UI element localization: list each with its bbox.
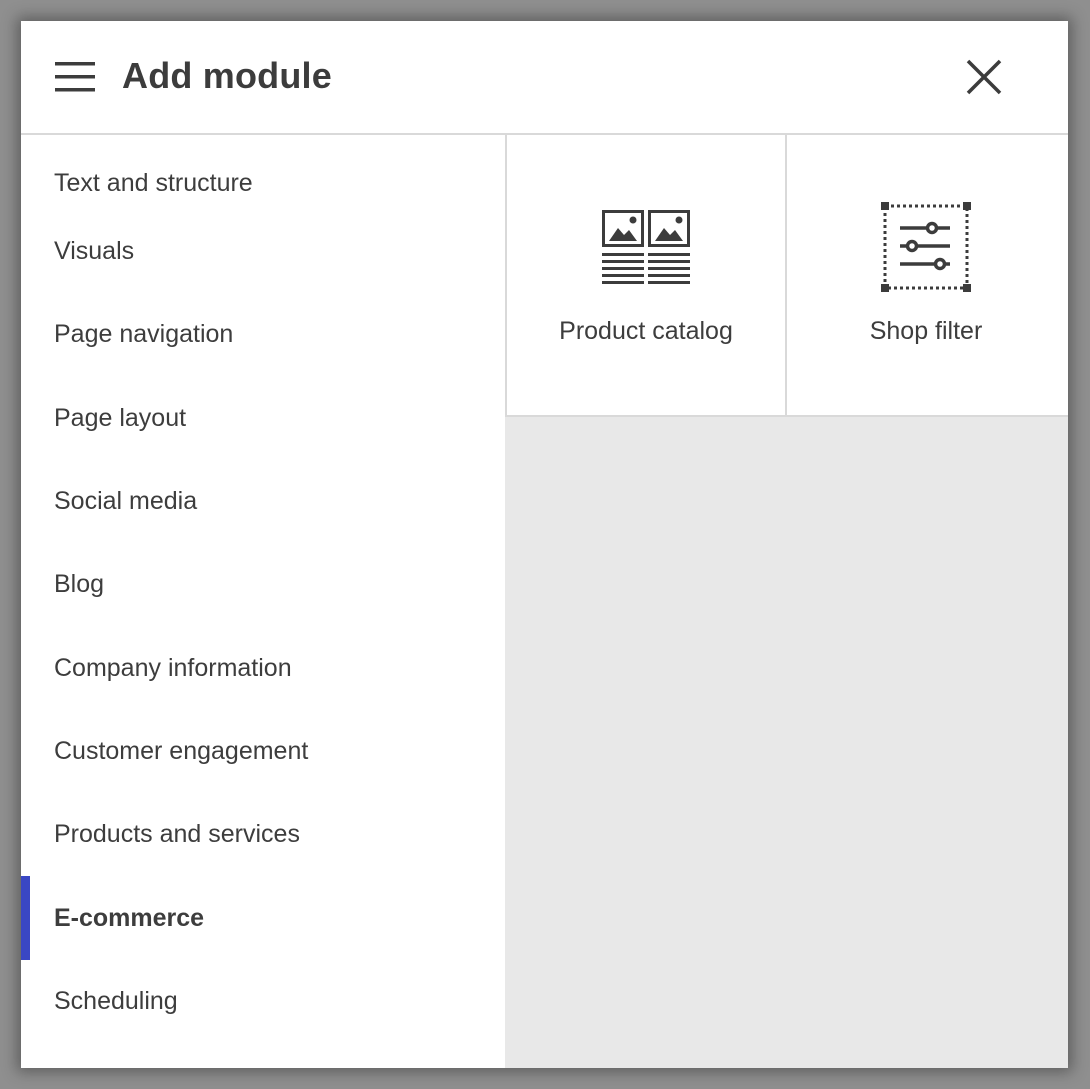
module-tile-label: Shop filter <box>869 317 983 345</box>
sidebar-item-visuals[interactable]: Visuals <box>21 210 505 293</box>
sidebar-item-label: Page navigation <box>54 320 234 349</box>
selected-indicator <box>21 876 30 960</box>
sidebar-item-page-layout[interactable]: Page layout <box>21 377 505 460</box>
dialog-header: Add module <box>21 21 1068 135</box>
sidebar-item-label: Visuals <box>54 237 135 266</box>
hamburger-menu-icon <box>55 62 95 92</box>
close-button[interactable] <box>964 57 1004 97</box>
module-tile-label: Product catalog <box>559 317 733 345</box>
dialog-title: Add module <box>122 55 332 96</box>
sidebar-item-company-information[interactable]: Company information <box>21 626 505 709</box>
module-panel: Product catalog Shop filter <box>505 135 1068 1068</box>
close-icon <box>966 59 1002 95</box>
sidebar-item-text-and-structure[interactable]: Text and structure <box>21 135 505 210</box>
sidebar-item-e-commerce[interactable]: E-commerce <box>21 876 505 960</box>
sidebar-item-scheduling[interactable]: Scheduling <box>21 960 505 1043</box>
sidebar-item-social-media[interactable]: Social media <box>21 460 505 543</box>
sidebar-item-label: Customer engagement <box>54 736 309 765</box>
sidebar-item-customer-engagement[interactable]: Customer engagement <box>21 710 505 793</box>
sidebar-item-page-navigation[interactable]: Page navigation <box>21 293 505 376</box>
sidebar-item-label: Products and services <box>54 820 300 849</box>
add-module-dialog: Add module Text and structure Visuals Pa… <box>21 21 1068 1068</box>
category-sidebar: Text and structure Visuals Page navigati… <box>21 135 505 1068</box>
sidebar-item-label: E-commerce <box>54 903 205 932</box>
sidebar-item-label: Page layout <box>54 403 187 432</box>
sidebar-item-label: Text and structure <box>54 169 253 197</box>
sidebar-item-blog[interactable]: Blog <box>21 543 505 626</box>
product-catalog-icon <box>602 210 690 284</box>
menu-button[interactable] <box>53 59 97 95</box>
module-grid: Product catalog Shop filter <box>505 135 1068 417</box>
shop-filter-icon <box>881 202 971 292</box>
sidebar-item-label: Blog <box>54 570 105 599</box>
module-tile-product-catalog[interactable]: Product catalog <box>505 135 785 415</box>
sidebar-item-products-and-services[interactable]: Products and services <box>21 793 505 876</box>
sidebar-item-label: Scheduling <box>54 986 178 1015</box>
sidebar-item-label: Company information <box>54 653 292 682</box>
sidebar-item-label: Social media <box>54 487 198 516</box>
module-tile-shop-filter[interactable]: Shop filter <box>785 135 1065 415</box>
